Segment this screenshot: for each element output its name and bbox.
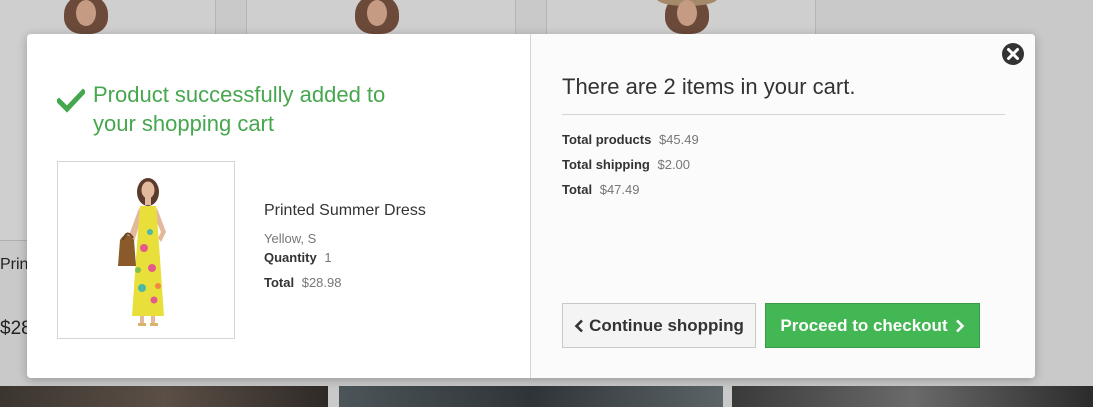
quantity-label: Quantity — [264, 250, 317, 265]
product-details: Printed Summer Dress Yellow, S Quantity … — [264, 201, 426, 339]
quantity-value: 1 — [324, 250, 332, 265]
product-total: Total $28.98 — [264, 274, 426, 292]
cart-total-label: Total — [562, 182, 593, 197]
success-message: Product successfully added to your shopp… — [93, 82, 386, 136]
check-icon — [57, 88, 85, 113]
success-header: Product successfully added to your shopp… — [57, 80, 500, 138]
product-quantity: Quantity 1 — [264, 249, 426, 267]
close-icon[interactable] — [1001, 42, 1025, 66]
background-model-image — [64, 0, 108, 34]
total-products-label: Total products — [562, 132, 652, 147]
cart-total-value: $47.49 — [599, 182, 640, 197]
continue-shopping-label: Continue shopping — [589, 315, 744, 335]
product-total-value: $28.98 — [301, 275, 342, 290]
total-shipping-value: $2.00 — [657, 157, 691, 172]
dress-model-illustration — [118, 178, 166, 326]
added-product-panel: Product successfully added to your shopp… — [27, 34, 531, 378]
product-attributes: Yellow, S — [264, 231, 317, 246]
product-total-label: Total — [264, 275, 295, 290]
background-banner-image — [339, 386, 723, 407]
background-divider — [0, 240, 30, 241]
add-to-cart-modal: Product successfully added to your shopp… — [27, 34, 1035, 378]
cart-summary-panel: There are 2 items in your cart. Total pr… — [531, 34, 1035, 378]
product-name: Printed Summer Dress — [264, 202, 426, 219]
total-shipping-label: Total shipping — [562, 157, 650, 172]
background-banner-image — [0, 386, 328, 407]
continue-shopping-button[interactable]: Continue shopping — [562, 303, 756, 348]
background-model-image — [355, 0, 399, 34]
total-shipping-row: Total shipping $2.00 — [562, 156, 1005, 173]
total-products-row: Total products $45.49 — [562, 131, 1005, 148]
cart-total-row: Total $47.49 — [562, 181, 1005, 198]
product-image — [57, 161, 235, 339]
cart-heading: There are 2 items in your cart. — [562, 74, 1005, 115]
background-banner-image — [732, 386, 1093, 407]
added-product: Printed Summer Dress Yellow, S Quantity … — [57, 161, 500, 339]
background-model-image — [657, 0, 717, 34]
chevron-left-icon — [574, 319, 583, 332]
cart-totals: Total products $45.49 Total shipping $2.… — [562, 131, 1005, 198]
proceed-to-checkout-label: Proceed to checkout — [780, 315, 948, 335]
proceed-to-checkout-button[interactable]: Proceed to checkout — [765, 303, 980, 348]
total-products-value: $45.49 — [658, 132, 699, 147]
chevron-right-icon — [955, 319, 964, 332]
